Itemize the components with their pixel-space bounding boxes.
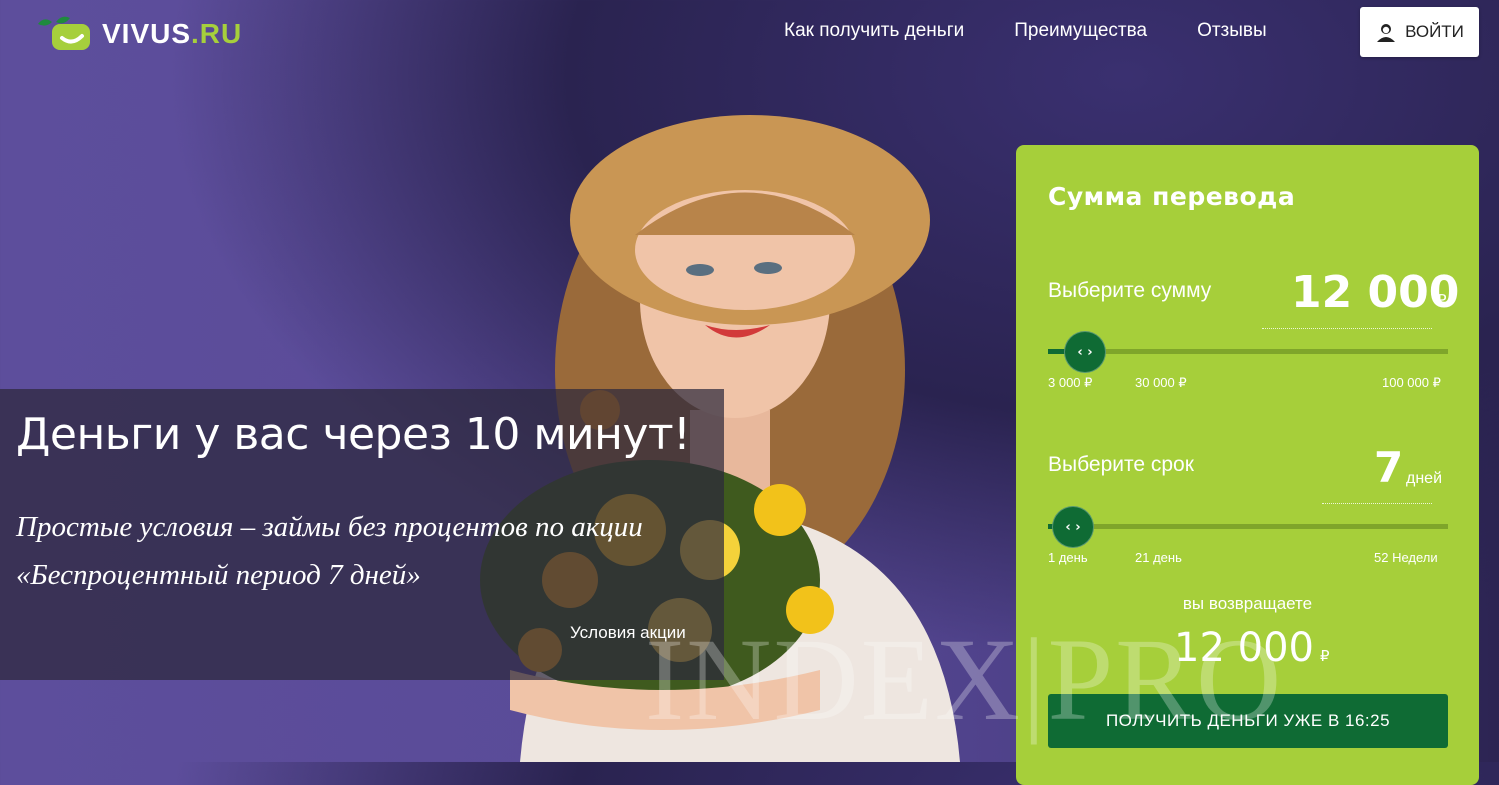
amount-underline	[1262, 328, 1432, 329]
promo-title: Деньги у вас через 10 минут!	[16, 409, 691, 460]
nav-how-to-get-money[interactable]: Как получить деньги	[784, 20, 964, 42]
amount-slider-handle[interactable]: ‹ ›	[1064, 331, 1106, 373]
promo-banner: Деньги у вас через 10 минут! Простые усл…	[0, 389, 724, 680]
login-button[interactable]: ВОЙТИ	[1360, 7, 1479, 57]
logo-mark-icon	[38, 16, 90, 50]
term-tick-mid: 21 день	[1135, 550, 1182, 565]
term-tick-min: 1 день	[1048, 550, 1088, 565]
nav-advantages[interactable]: Преимущества	[1014, 20, 1147, 42]
get-money-button[interactable]: ПОЛУЧИТЬ ДЕНЬГИ УЖЕ В 16:25	[1048, 694, 1448, 748]
logo-text: VIVUS.RU	[102, 18, 243, 49]
amount-value: 12 000	[1291, 267, 1460, 318]
calculator-title: Сумма перевода	[1048, 182, 1296, 211]
amount-currency: ₽	[1437, 292, 1447, 309]
login-label: ВОЙТИ	[1405, 22, 1464, 41]
vivus-logo[interactable]: VIVUS.RU	[36, 14, 242, 54]
term-underline	[1322, 503, 1432, 504]
return-amount: 12 000	[1174, 625, 1314, 671]
term-tick-max: 52 Недели	[1374, 550, 1438, 565]
nav-reviews[interactable]: Отзывы	[1197, 20, 1267, 42]
amount-tick-mid: 30 000 ₽	[1135, 375, 1187, 390]
amount-label: Выберите сумму	[1048, 279, 1212, 302]
amount-tick-min: 3 000 ₽	[1048, 375, 1093, 390]
return-value: 12 000 ₽	[1174, 625, 1330, 671]
term-value: 7	[1374, 443, 1404, 492]
term-label: Выберите срок	[1048, 453, 1194, 476]
conditions-link[interactable]: Условия акции	[570, 623, 686, 643]
return-label: вы возвращаете	[1182, 594, 1313, 613]
promo-subtitle: Простые условия – займы без процентов по…	[16, 511, 643, 591]
term-slider-track[interactable]	[1048, 524, 1448, 529]
loan-calculator: Сумма перевода Выберите сумму 12 000 ₽ ‹…	[1016, 145, 1479, 785]
term-unit: дней	[1406, 470, 1443, 487]
amount-tick-max: 100 000 ₽	[1382, 375, 1441, 390]
user-icon	[1377, 24, 1396, 42]
amount-slider-track[interactable]	[1048, 349, 1448, 354]
main-nav: Как получить деньги Преимущества Отзывы	[784, 20, 1267, 42]
term-slider-handle[interactable]: ‹ ›	[1052, 506, 1094, 548]
return-currency: ₽	[1319, 647, 1330, 665]
